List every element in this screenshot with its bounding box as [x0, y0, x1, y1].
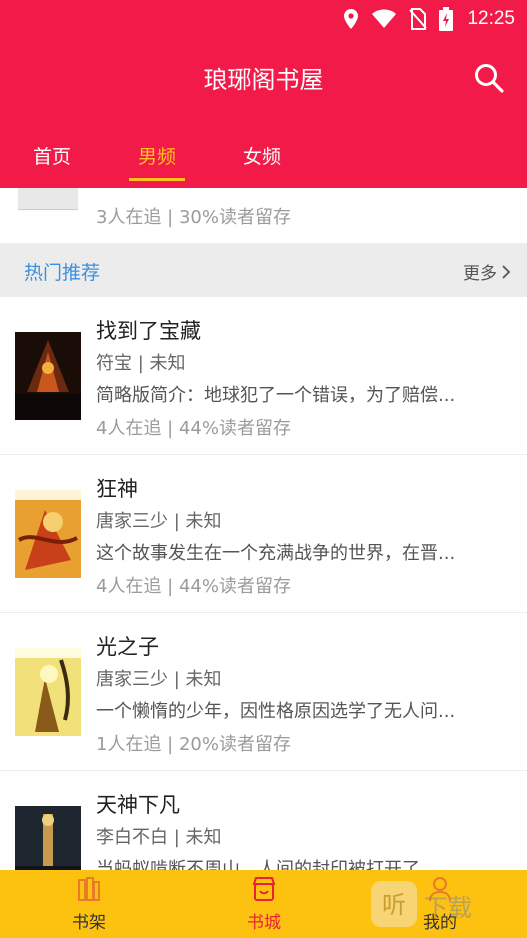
book-stats: 4人在追 | 44%读者留存 — [96, 418, 291, 439]
app-title: 琅琊阁书屋 — [203, 66, 324, 94]
book-item[interactable]: 光之子 唐家三少 | 未知 一个懒惰的少年，因性格原因选学了无人问... 1人在… — [0, 613, 527, 771]
nav-label: 书架 — [72, 913, 106, 933]
book-author: 李白不白 | 未知 — [96, 827, 222, 848]
book-list: 找到了宝藏 符宝 | 未知 简略版简介：地球犯了一个错误，为了赔偿... 4人在… — [0, 297, 527, 929]
book-title: 光之子 — [96, 635, 159, 659]
section-title: 热门推荐 — [24, 262, 101, 284]
location-icon — [344, 9, 359, 29]
book-item[interactable]: 狂神 唐家三少 | 未知 这个故事发生在一个充满战争的世界，在晋... 4人在追… — [0, 455, 527, 613]
book-description: 这个故事发生在一个充满战争的世界，在晋... — [96, 543, 456, 564]
watermark-text: 下载 — [424, 894, 472, 922]
tab-male[interactable]: 男频 — [138, 142, 176, 169]
active-tab-indicator — [129, 178, 185, 181]
book-title: 狂神 — [96, 477, 138, 501]
app-bar: 12:25 琅琊阁书屋 首页 男频 女频 — [0, 0, 527, 188]
nav-label: 书城 — [247, 913, 281, 933]
watermark-logo-icon: 听 — [371, 881, 417, 927]
more-link[interactable]: 更多 — [463, 259, 511, 284]
store-icon — [252, 877, 276, 901]
book-cover — [15, 648, 81, 736]
no-sim-icon — [409, 8, 428, 30]
nav-store[interactable]: 书城 — [224, 876, 304, 933]
tab-home[interactable]: 首页 — [33, 142, 71, 169]
nav-bookshelf[interactable]: 书架 — [49, 876, 129, 933]
book-description: 简略版简介：地球犯了一个错误，为了赔偿... — [96, 385, 456, 406]
status-bar: 12:25 — [0, 0, 527, 38]
book-stats: 1人在追 | 20%读者留存 — [96, 734, 291, 755]
book-title: 找到了宝藏 — [96, 319, 201, 343]
tab-bar: 首页 男频 女频 — [0, 130, 527, 180]
search-button[interactable] — [473, 62, 505, 94]
chevron-right-icon — [502, 264, 511, 279]
watermark-badge: 听 — [382, 891, 406, 919]
watermark: 听 下载 — [368, 872, 527, 938]
book-stats: 4人在追 | 44%读者留存 — [96, 576, 291, 597]
search-icon — [475, 64, 504, 93]
book-stats: 3人在追 | 30%读者留存 — [96, 207, 291, 228]
book-description: 一个懒惰的少年，因性格原因选学了无人问... — [96, 701, 456, 722]
bookshelf-icon — [78, 877, 100, 901]
status-time: 12:25 — [467, 8, 515, 29]
book-item[interactable]: 找到了宝藏 符宝 | 未知 简略版简介：地球犯了一个错误，为了赔偿... 4人在… — [0, 297, 527, 455]
book-cover — [15, 490, 81, 578]
book-author: 唐家三少 | 未知 — [96, 511, 222, 532]
book-title: 天神下凡 — [96, 793, 180, 817]
battery-charging-icon — [439, 7, 454, 31]
book-author: 符宝 | 未知 — [96, 353, 186, 374]
book-author: 唐家三少 | 未知 — [96, 669, 222, 690]
wifi-icon — [372, 9, 397, 28]
book-cover — [15, 332, 81, 420]
tab-female[interactable]: 女频 — [243, 142, 281, 169]
more-label: 更多 — [463, 264, 497, 284]
section-header: 热门推荐 更多 — [0, 243, 527, 297]
